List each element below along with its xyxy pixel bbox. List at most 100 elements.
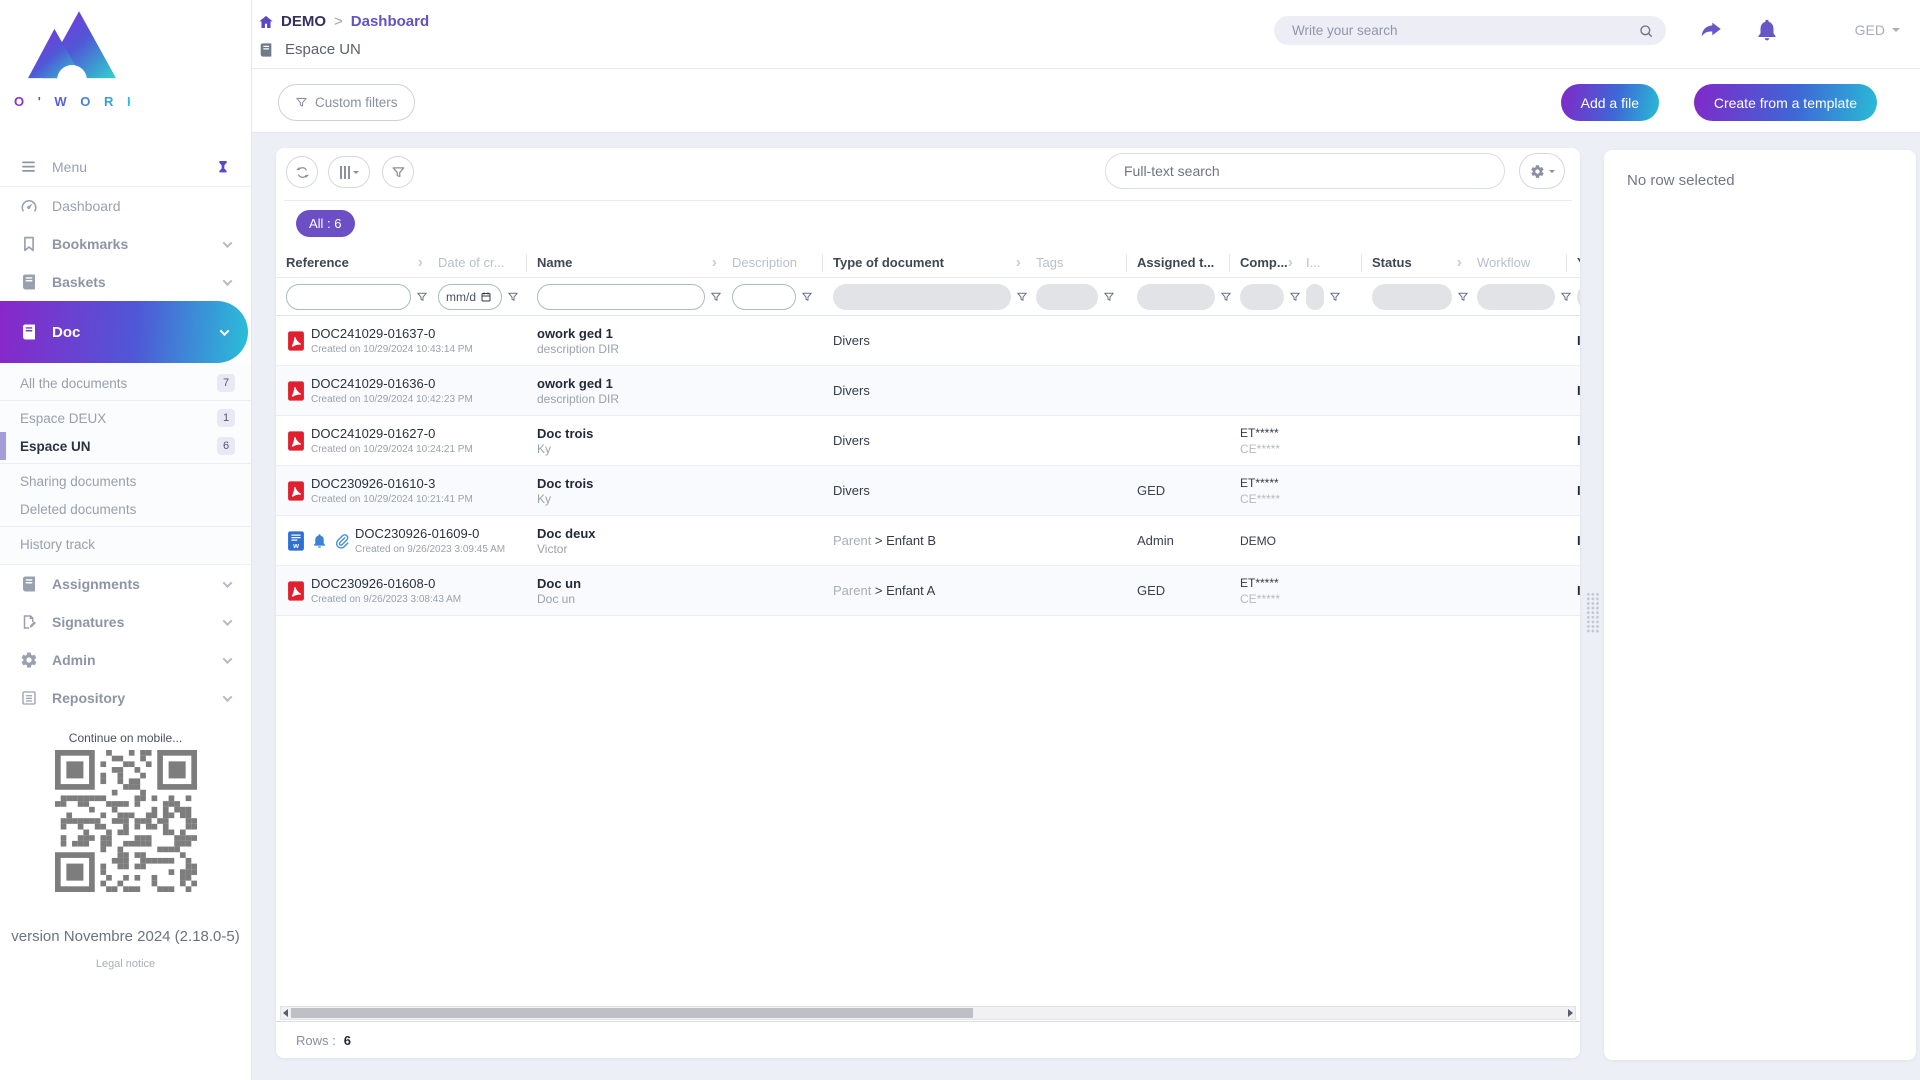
name-cell: Doc unDoc un (527, 576, 722, 606)
table-footer: Rows : 6 (276, 1021, 1580, 1058)
refresh-button[interactable] (286, 156, 318, 188)
qr-code (55, 750, 197, 892)
fulltext-search-input[interactable] (1105, 153, 1505, 189)
count-badge: 1 (217, 409, 235, 427)
filter-cell-description (722, 284, 823, 310)
table-row[interactable]: DOC230926-01610-3Created on 10/29/2024 1… (276, 466, 1580, 516)
breadcrumb-current[interactable]: Dashboard (351, 13, 429, 30)
sidebar-subitem-espace-deux[interactable]: Espace DEUX1 (0, 404, 251, 432)
sidebar-subitem-label: Deleted documents (20, 502, 136, 517)
bookmark-icon (20, 235, 38, 253)
count-badge: 7 (217, 374, 235, 392)
profile-menu[interactable]: GED (1855, 22, 1900, 38)
filter-input-reference[interactable] (286, 284, 411, 310)
sidebar-subitem-label: All the documents (20, 376, 127, 391)
column-header-i[interactable]: I... (1296, 254, 1362, 272)
horizontal-scrollbar[interactable] (280, 1006, 1576, 1020)
table-settings-button[interactable] (1519, 153, 1565, 189)
chevron-down-icon (220, 326, 230, 336)
scrollbar-thumb[interactable] (291, 1008, 973, 1018)
bell-blue-icon (311, 532, 328, 550)
filter-date-input[interactable]: mm/d (438, 284, 502, 310)
dashboard-icon (20, 197, 38, 215)
column-header-date-of-cr[interactable]: Date of cr... (428, 254, 527, 272)
home-icon[interactable] (258, 14, 274, 30)
page-subtitle: Espace UN (285, 41, 361, 58)
breadcrumb-root[interactable]: DEMO (281, 13, 326, 30)
column-header-y[interactable]: Y... (1567, 254, 1580, 272)
sidebar-menu-header: Menu (0, 147, 251, 187)
sidebar-subitem-history-track[interactable]: History track (0, 530, 251, 558)
column-header-reference[interactable]: Reference› (276, 254, 428, 272)
clipped-cell: I (1567, 333, 1580, 348)
table-row[interactable]: wDOC230926-01609-0Created on 9/26/2023 3… (276, 516, 1580, 566)
sidebar-nav-top: DashboardBookmarksBasketsDoc (0, 187, 251, 363)
clipped-cell: I (1567, 483, 1580, 498)
column-header-comp[interactable]: Comp...› (1230, 254, 1296, 272)
company-cell: ET*****CE***** (1230, 426, 1296, 456)
sidebar-item-label: Admin (52, 652, 96, 668)
sidebar-item-baskets[interactable]: Baskets (0, 263, 251, 301)
sidebar-subitem-espace-un[interactable]: Espace UN6 (0, 432, 251, 460)
table-row[interactable]: DOC241029-01637-0Created on 10/29/2024 1… (276, 316, 1580, 366)
pin-icon[interactable] (215, 159, 231, 175)
sidebar-item-dashboard[interactable]: Dashboard (0, 187, 251, 225)
filter-button[interactable] (382, 156, 414, 188)
sidebar-subitem-deleted-documents[interactable]: Deleted documents (0, 495, 251, 523)
notification-bell-icon[interactable] (1754, 17, 1780, 43)
custom-filters-button[interactable]: Custom filters (278, 84, 415, 121)
search-icon[interactable] (1638, 23, 1654, 39)
column-header-type-of-document[interactable]: Type of document› (823, 254, 1026, 272)
panel-resize-handle[interactable] (1586, 592, 1600, 634)
sidebar-subitem-sharing-documents[interactable]: Sharing documents (0, 467, 251, 495)
add-file-button[interactable]: Add a file (1561, 84, 1659, 121)
breadcrumb: DEMO > Dashboard (258, 13, 429, 30)
sidebar-item-repository[interactable]: Repository (0, 679, 251, 717)
column-header-assigned-t[interactable]: Assigned t... (1127, 254, 1230, 272)
filter-funnel-icon[interactable] (1103, 291, 1115, 303)
sidebar-nav-bottom: AssignmentsSignatures Admin Repository (0, 565, 251, 717)
column-header-workflow[interactable]: Workflow (1467, 254, 1567, 272)
scroll-right-icon[interactable] (1568, 1009, 1573, 1017)
column-header-status[interactable]: Status› (1362, 254, 1467, 272)
reference-cell: DOC230926-01608-0Created on 9/26/2023 3:… (276, 576, 428, 605)
column-header-tags[interactable]: Tags (1026, 254, 1127, 272)
table-row[interactable]: DOC241029-01636-0Created on 10/29/2024 1… (276, 366, 1580, 416)
hamburger-icon[interactable] (20, 158, 37, 175)
version-label: version Novembre 2024 (2.18.0-5) (0, 928, 251, 945)
sidebar-item-bookmarks[interactable]: Bookmarks (0, 225, 251, 263)
create-from-template-button[interactable]: Create from a template (1694, 84, 1877, 121)
filter-funnel-icon[interactable] (801, 291, 813, 303)
name-cell: owork ged 1description DIR (527, 326, 722, 356)
chevron-down-icon (223, 276, 233, 286)
table-row[interactable]: DOC241029-01627-0Created on 10/29/2024 1… (276, 416, 1580, 466)
calendar-icon (480, 291, 492, 303)
table-row[interactable]: DOC230926-01608-0Created on 9/26/2023 3:… (276, 566, 1580, 616)
sidebar-item-doc[interactable]: Doc (0, 301, 248, 363)
filter-funnel-icon[interactable] (1329, 291, 1341, 303)
column-header-name[interactable]: Name› (527, 254, 722, 272)
sidebar-item-admin[interactable]: Admin (0, 641, 251, 679)
global-search-input[interactable] (1292, 23, 1638, 38)
app-logo[interactable]: O ' W O R K (14, 10, 130, 109)
columns-button[interactable] (328, 156, 370, 188)
sidebar-item-signatures[interactable]: Signatures (0, 603, 251, 641)
filter-input-description[interactable] (732, 284, 796, 310)
scroll-left-icon[interactable] (283, 1009, 288, 1017)
column-header-description[interactable]: Description (722, 254, 823, 272)
global-search (1274, 16, 1666, 45)
gear-icon (1530, 164, 1545, 179)
name-cell: Doc troisKy (527, 426, 722, 456)
chevron-down-icon (1892, 28, 1900, 32)
pdf-icon (286, 430, 306, 452)
all-count-badge[interactable]: All : 6 (296, 210, 355, 237)
share-icon[interactable] (1698, 17, 1724, 43)
filter-input-name[interactable] (537, 284, 705, 310)
documents-table-card: All : 6 Reference›Date of cr...Name›Desc… (276, 148, 1580, 1058)
sidebar-subitem-all-the-documents[interactable]: All the documents 7 (0, 369, 251, 397)
filter-funnel-icon[interactable] (416, 291, 428, 303)
filter-funnel-icon[interactable] (507, 291, 519, 303)
legal-notice-link[interactable]: Legal notice (0, 958, 251, 970)
filter-funnel-icon[interactable] (710, 291, 722, 303)
sidebar-item-assignments[interactable]: Assignments (0, 565, 251, 603)
